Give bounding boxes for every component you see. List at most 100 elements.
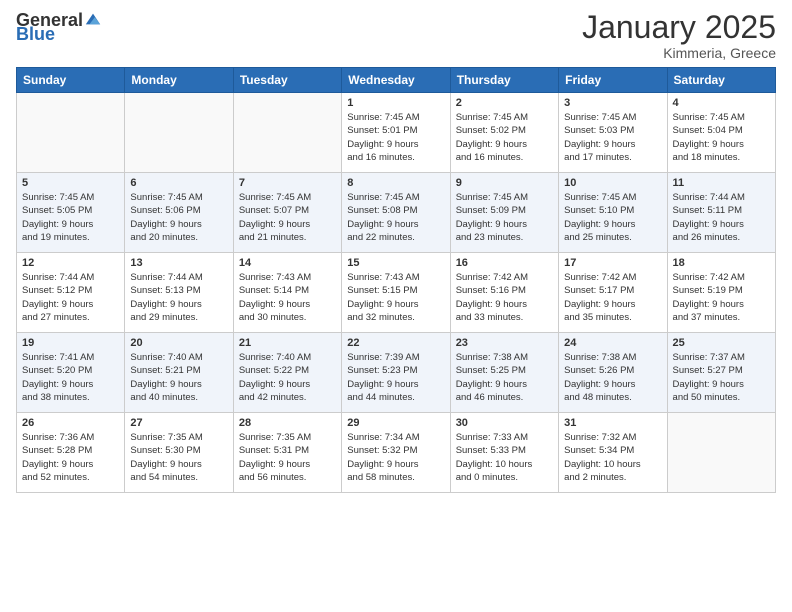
day-content-line: Sunrise: 7:45 AM [347,111,444,124]
day-content-line: Sunrise: 7:38 AM [456,351,553,364]
table-row: 9Sunrise: 7:45 AMSunset: 5:09 PMDaylight… [450,173,558,253]
table-row: 18Sunrise: 7:42 AMSunset: 5:19 PMDayligh… [667,253,775,333]
day-content-line: and 56 minutes. [239,471,336,484]
location: Kimmeria, Greece [582,45,776,61]
day-content-line: Daylight: 9 hours [347,458,444,471]
day-content-line: Sunrise: 7:42 AM [456,271,553,284]
day-content-line: Sunset: 5:34 PM [564,444,661,457]
table-row: 8 Sunrise: 7:45 AMSunset: 5:08 PMDaylight… [342,173,450,253]
day-content-line: Sunrise: 7:35 AM [130,431,227,444]
day-content-line: Daylight: 9 hours [347,218,444,231]
day-number: 12 [22,257,119,269]
day-content-line: and 20 minutes. [130,231,227,244]
day-number: 8 [347,177,444,189]
day-content-line: Sunset: 5:17 PM [564,284,661,297]
table-row [17,93,125,173]
day-content-line: Daylight: 9 hours [239,218,336,231]
logo: General Blue [16,10,102,43]
day-content-line: Sunset: 5:16 PM [456,284,553,297]
day-content-line: and 23 minutes. [456,231,553,244]
table-row [125,93,233,173]
table-row: 12Sunrise: 7:44 AMSunset: 5:12 PMDayligh… [17,253,125,333]
day-content-line: and 18 minutes. [673,151,770,164]
day-content-line: Daylight: 9 hours [456,378,553,391]
day-number: 30 [456,417,553,429]
header-sunday: Sunday [17,68,125,93]
day-content-line: Daylight: 9 hours [456,298,553,311]
day-content-line: and 32 minutes. [347,311,444,324]
day-content-line: and 40 minutes. [130,391,227,404]
table-row: 20Sunrise: 7:40 AMSunset: 5:21 PMDayligh… [125,333,233,413]
page: General Blue January 2025 Kimmeria, Gree… [0,0,792,612]
day-number: 14 [239,257,336,269]
day-content-line: Sunset: 5:25 PM [456,364,553,377]
logo-blue: Blue [16,25,55,43]
table-row: 16Sunrise: 7:42 AMSunset: 5:16 PMDayligh… [450,253,558,333]
day-content-line: Sunrise: 7:45 AM [347,191,444,204]
day-number: 6 [130,177,227,189]
table-row: 25Sunrise: 7:37 AMSunset: 5:27 PMDayligh… [667,333,775,413]
day-content-line: Daylight: 9 hours [130,298,227,311]
day-number: 17 [564,257,661,269]
day-number: 28 [239,417,336,429]
day-number: 7 [239,177,336,189]
day-content-line: Sunrise: 7:35 AM [239,431,336,444]
day-content-line: Daylight: 9 hours [130,458,227,471]
day-content-line: Daylight: 9 hours [456,218,553,231]
day-content-line: Sunset: 5:28 PM [22,444,119,457]
day-content-line: and 38 minutes. [22,391,119,404]
day-content-line: Sunset: 5:08 PM [347,204,444,217]
day-content-line: Sunrise: 7:42 AM [673,271,770,284]
day-content-line: Sunset: 5:06 PM [130,204,227,217]
day-content-line: Daylight: 9 hours [22,298,119,311]
day-number: 18 [673,257,770,269]
day-content-line: and 37 minutes. [673,311,770,324]
day-content-line: and 16 minutes. [347,151,444,164]
day-content-line: Sunset: 5:11 PM [673,204,770,217]
day-content-line: and 22 minutes. [347,231,444,244]
day-content-line: Sunrise: 7:45 AM [564,111,661,124]
day-content-line: Sunset: 5:27 PM [673,364,770,377]
table-row: 30Sunrise: 7:33 AMSunset: 5:33 PMDayligh… [450,413,558,493]
day-content-line: Daylight: 9 hours [347,138,444,151]
day-number: 5 [22,177,119,189]
table-row: 23 Sunrise: 7:38 AMSunset: 5:25 PMDayligh… [450,333,558,413]
day-content-line: Sunset: 5:21 PM [130,364,227,377]
day-content-line: Sunset: 5:12 PM [22,284,119,297]
day-number: 11 [673,177,770,189]
day-number: 24 [564,337,661,349]
day-content-line: and 48 minutes. [564,391,661,404]
day-number: 21 [239,337,336,349]
weekday-header-row: Sunday Monday Tuesday Wednesday Thursday… [17,68,776,93]
day-content-line: Sunrise: 7:37 AM [673,351,770,364]
month-title: January 2025 [582,10,776,45]
header-friday: Friday [559,68,667,93]
day-content-line: Sunrise: 7:45 AM [130,191,227,204]
day-content-line: and 33 minutes. [456,311,553,324]
day-content-line: Daylight: 9 hours [673,218,770,231]
table-row: 15Sunrise: 7:43 AMSunset: 5:15 PMDayligh… [342,253,450,333]
day-content-line: Daylight: 9 hours [347,378,444,391]
day-number: 4 [673,97,770,109]
day-content-line: Sunset: 5:22 PM [239,364,336,377]
day-content-line: Sunrise: 7:45 AM [564,191,661,204]
day-number: 13 [130,257,227,269]
day-content-line: Sunrise: 7:33 AM [456,431,553,444]
header-tuesday: Tuesday [233,68,341,93]
table-row: 10Sunrise: 7:45 AMSunset: 5:10 PMDayligh… [559,173,667,253]
day-content-line: and 35 minutes. [564,311,661,324]
day-content-line: Sunset: 5:14 PM [239,284,336,297]
day-content-line: and 25 minutes. [564,231,661,244]
day-number: 23 [456,337,553,349]
day-content-line: Sunrise: 7:40 AM [239,351,336,364]
day-content-line: Daylight: 9 hours [239,458,336,471]
day-content-line: Sunset: 5:15 PM [347,284,444,297]
day-content-line: Sunset: 5:04 PM [673,124,770,137]
day-content-line: Sunrise: 7:45 AM [673,111,770,124]
table-row [667,413,775,493]
day-content-line: Sunrise: 7:45 AM [456,111,553,124]
day-content-line: and 50 minutes. [673,391,770,404]
table-row: 22Sunrise: 7:39 AMSunset: 5:23 PMDayligh… [342,333,450,413]
day-content-line: Daylight: 10 hours [564,458,661,471]
day-number: 9 [456,177,553,189]
